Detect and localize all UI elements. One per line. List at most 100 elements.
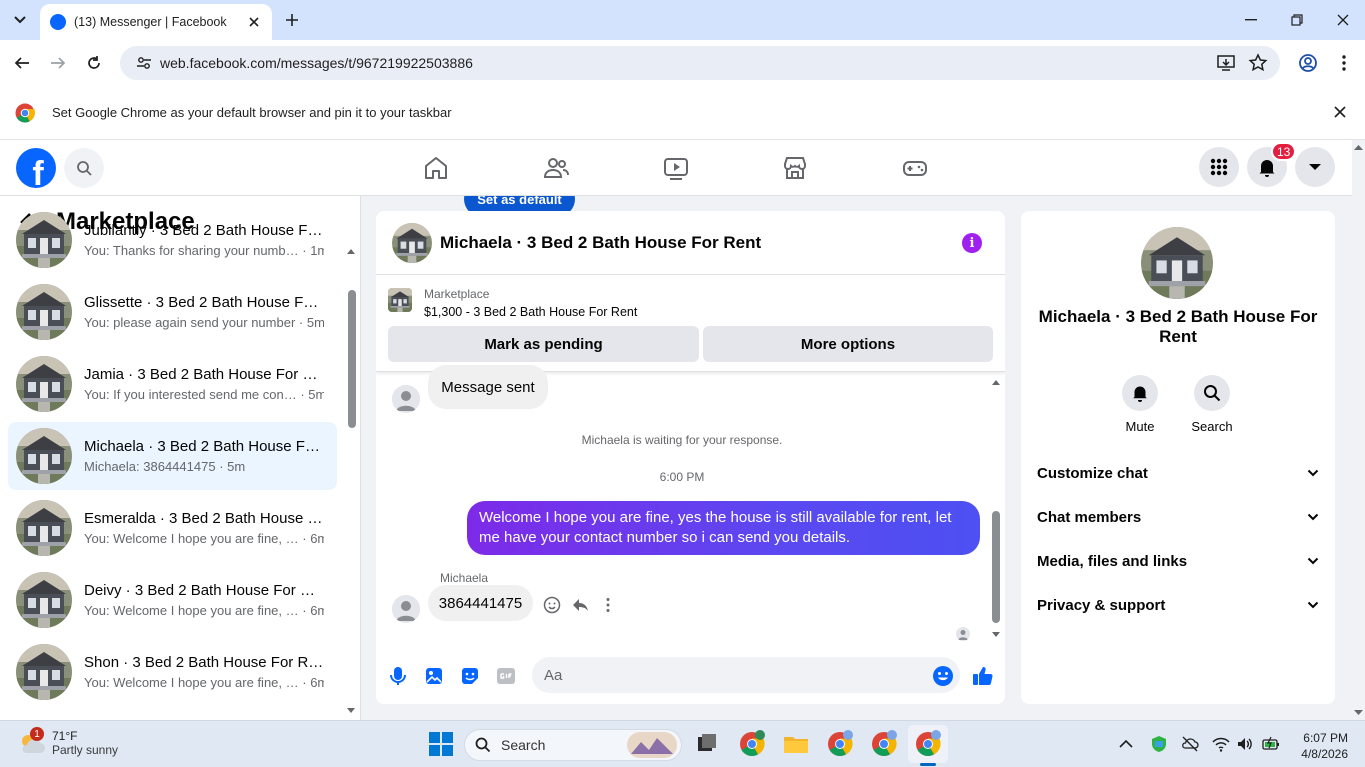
sticker-button[interactable] (458, 664, 482, 688)
chat-item[interactable]: Shon · 3 Bed 2 Bath House For Rent You: … (8, 638, 337, 706)
attach-photo-button[interactable] (422, 664, 446, 688)
chat-name: Michaela · 3 Bed 2 Bath House For Rent (84, 438, 324, 455)
message-timestamp: 6:00 PM (659, 470, 705, 484)
chat-item[interactable]: Esmeralda · 3 Bed 2 Bath House For Rent … (8, 494, 337, 562)
close-icon (1334, 106, 1346, 118)
nav-gaming[interactable] (901, 154, 929, 182)
back-button[interactable] (10, 51, 34, 75)
chrome-active-icon[interactable] (913, 729, 943, 759)
listing-thumbnail[interactable] (388, 288, 412, 312)
chat-item[interactable]: Jamia · 3 Bed 2 Bath House For Rent You:… (8, 350, 337, 418)
account-button[interactable] (1295, 147, 1335, 187)
chrome-profile-icon[interactable] (825, 729, 855, 759)
listing-thumbnail (16, 428, 72, 484)
nav-marketplace[interactable] (781, 154, 809, 182)
profile-button[interactable] (1298, 53, 1318, 73)
cloud-offline-icon[interactable] (1181, 735, 1199, 753)
browser-tab[interactable]: (13) Messenger | Facebook (40, 4, 272, 40)
file-explorer-icon[interactable] (781, 729, 811, 759)
search-action[interactable]: Search (1182, 375, 1242, 434)
more-options-button[interactable]: More options (703, 326, 993, 362)
mark-as-pending-button[interactable]: Mark as pending (388, 326, 699, 362)
menu-button[interactable] (1199, 147, 1239, 187)
url-text: web.facebook.com/messages/t/967219922503… (160, 55, 473, 71)
forward-button[interactable] (46, 51, 70, 75)
chat-members-label: Chat members (1037, 508, 1142, 526)
chat-snippet: You: Thanks for sharing your numb… · 1m (84, 243, 324, 258)
chrome-app-icon[interactable] (737, 729, 767, 759)
gif-button[interactable] (494, 664, 518, 688)
tab-close-button[interactable] (246, 14, 262, 30)
conversation-avatar[interactable] (392, 223, 432, 263)
new-tab-button[interactable] (282, 10, 302, 30)
conversation-info-button[interactable]: i (962, 233, 982, 253)
install-app-button[interactable] (1216, 53, 1236, 73)
tab-search-button[interactable] (6, 6, 34, 34)
task-view-icon[interactable] (692, 729, 722, 759)
site-settings-icon[interactable] (136, 55, 152, 71)
windows-start-icon[interactable] (426, 729, 456, 759)
mute-action[interactable]: Mute (1110, 375, 1170, 434)
reply-button[interactable] (570, 595, 590, 615)
marketplace-icon (784, 157, 806, 179)
chat-item-active[interactable]: Michaela · 3 Bed 2 Bath House For Rent M… (8, 422, 337, 490)
smiley-icon (543, 596, 561, 614)
chat-list-scrollbar-thumb[interactable] (348, 290, 356, 428)
message-more-button[interactable] (598, 595, 618, 615)
restore-icon (1291, 14, 1303, 26)
security-tray-icon[interactable] (1150, 735, 1168, 753)
privacy-support-label: Privacy & support (1037, 596, 1166, 614)
emoji-icon (933, 666, 953, 686)
chat-item[interactable]: Glissette · 3 Bed 2 Bath House For Rent … (8, 278, 337, 346)
send-like-button[interactable] (971, 664, 995, 688)
nav-home[interactable] (422, 154, 450, 182)
chat-item[interactable]: Jubilantly · 3 Bed 2 Bath House For Rent… (8, 206, 337, 274)
voice-clip-button[interactable] (386, 664, 410, 688)
thread-scrollbar-thumb[interactable] (992, 511, 1000, 623)
nav-video[interactable] (662, 154, 690, 182)
emoji-button[interactable] (931, 664, 955, 688)
media-files-links-row[interactable]: Media, files and links (1037, 539, 1319, 583)
marketplace-label: Marketplace (424, 287, 490, 301)
reload-button[interactable] (82, 51, 106, 75)
conversation-title[interactable]: Michaela · 3 Bed 2 Bath House For Rent (440, 233, 761, 253)
customize-chat-row[interactable]: Customize chat (1037, 451, 1319, 495)
message-input[interactable]: Aa (532, 657, 960, 693)
chevron-down-icon (1307, 513, 1319, 521)
message-thread: Message sent Michaela is waiting for you… (376, 365, 1005, 645)
bookmark-button[interactable] (1248, 53, 1268, 73)
facebook-search-button[interactable] (64, 148, 104, 188)
nav-friends[interactable] (542, 154, 570, 182)
window-close-button[interactable] (1320, 0, 1365, 40)
search-in-chat-button[interactable] (1194, 375, 1230, 411)
close-icon (249, 17, 259, 27)
taskbar-clock[interactable]: 6:07 PM 4/8/2026 (1296, 730, 1348, 762)
battery-charging-icon[interactable] (1262, 735, 1280, 753)
page-scrollbar[interactable] (1352, 140, 1365, 720)
show-hidden-icons[interactable] (1117, 735, 1135, 753)
details-avatar[interactable] (1141, 227, 1213, 299)
volume-icon[interactable] (1236, 735, 1254, 753)
search-icon (475, 737, 491, 753)
wifi-icon[interactable] (1212, 735, 1230, 753)
listing-thumbnail (16, 500, 72, 556)
chrome-menu-button[interactable] (1334, 53, 1354, 73)
chat-members-row[interactable]: Chat members (1037, 495, 1319, 539)
message-bubble-incoming: 3864441475 (428, 585, 533, 621)
react-button[interactable] (542, 595, 562, 615)
mute-button[interactable] (1122, 375, 1158, 411)
chrome-profile-icon[interactable] (869, 729, 899, 759)
facebook-logo[interactable]: f (16, 148, 56, 188)
chat-snippet: You: Welcome I hope you are fine, … · 6m (84, 603, 324, 618)
infobar-close-button[interactable] (1333, 105, 1349, 121)
listing-price-title[interactable]: $1,300 - 3 Bed 2 Bath House For Rent (424, 305, 637, 319)
privacy-support-row[interactable]: Privacy & support (1037, 583, 1319, 627)
minimize-button[interactable] (1228, 0, 1274, 40)
conversation-details-panel: Michaela · 3 Bed 2 Bath House For Rent M… (1021, 211, 1335, 704)
grid-icon (1210, 158, 1228, 176)
weather-widget[interactable]: 1 71°F Partly sunny (18, 727, 118, 757)
taskbar-search[interactable]: Search (464, 729, 682, 761)
address-bar[interactable]: web.facebook.com/messages/t/967219922503… (120, 46, 1280, 80)
maximize-button[interactable] (1274, 0, 1320, 40)
chat-item[interactable]: Deivy · 3 Bed 2 Bath House For Rent You:… (8, 566, 337, 634)
